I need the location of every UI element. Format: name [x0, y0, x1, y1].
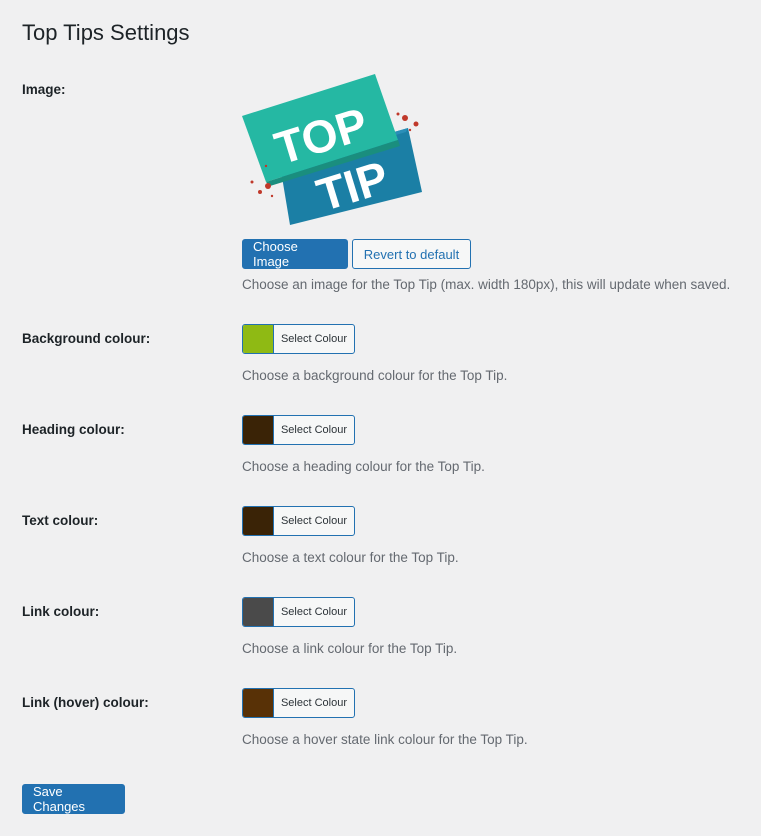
link-colour-picker[interactable]: Select Colour [242, 597, 355, 627]
text-colour-swatch [243, 507, 274, 535]
heading-colour-description: Choose a heading colour for the Top Tip. [242, 459, 485, 474]
select-colour-label: Select Colour [280, 606, 348, 618]
select-colour-label: Select Colour [280, 424, 348, 436]
image-description: Choose an image for the Top Tip (max. wi… [242, 277, 731, 292]
link-colour-swatch [243, 598, 274, 626]
link-colour-description: Choose a link colour for the Top Tip. [242, 641, 458, 656]
text-colour-description: Choose a text colour for the Top Tip. [242, 550, 459, 565]
background-colour-label: Background colour: [22, 331, 151, 346]
link-hover-colour-description: Choose a hover state link colour for the… [242, 732, 528, 747]
link-colour-label: Link colour: [22, 604, 100, 619]
revert-to-default-button[interactable]: Revert to default [352, 239, 471, 269]
link-hover-colour-picker[interactable]: Select Colour [242, 688, 355, 718]
heading-colour-swatch [243, 416, 274, 444]
top-tip-logo-image: TOP TIP [240, 70, 425, 230]
save-changes-button[interactable]: Save Changes [22, 784, 125, 814]
background-colour-description: Choose a background colour for the Top T… [242, 368, 508, 383]
heading-colour-label: Heading colour: [22, 422, 125, 437]
background-colour-picker[interactable]: Select Colour [242, 324, 355, 354]
select-colour-label: Select Colour [280, 697, 348, 709]
select-colour-label: Select Colour [280, 333, 348, 345]
text-colour-label: Text colour: [22, 513, 99, 528]
link-hover-colour-swatch [243, 689, 274, 717]
link-hover-colour-label: Link (hover) colour: [22, 695, 149, 710]
heading-colour-picker[interactable]: Select Colour [242, 415, 355, 445]
choose-image-button[interactable]: Choose Image [242, 239, 348, 269]
page-title: Top Tips Settings [22, 20, 190, 45]
image-label: Image: [22, 82, 66, 97]
text-colour-picker[interactable]: Select Colour [242, 506, 355, 536]
background-colour-swatch [243, 325, 274, 353]
select-colour-label: Select Colour [280, 515, 348, 527]
